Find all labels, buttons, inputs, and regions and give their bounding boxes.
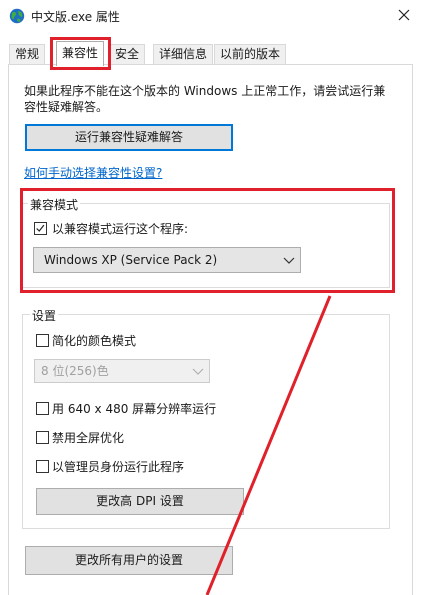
tab-previous-versions[interactable]: 以前的版本: [214, 44, 287, 64]
manual-compat-link[interactable]: 如何手动选择兼容性设置?: [24, 164, 162, 181]
res-640-checkbox[interactable]: [36, 402, 49, 415]
window-title: 中文版.exe 属性: [31, 10, 120, 24]
reduced-color-label: 简化的颜色模式: [52, 334, 137, 348]
annotation-tab-highlight: [50, 37, 111, 70]
disable-fullscreen-label: 禁用全屏优化: [52, 431, 125, 445]
title-bar: 中文版.exe 属性: [0, 0, 421, 32]
intro-text-line1: 如果此程序不能在这个版本的 Windows 上正常工作，请尝试运行兼: [24, 84, 386, 98]
disable-fullscreen-checkbox[interactable]: [36, 431, 49, 444]
settings-legend: 设置: [30, 307, 59, 324]
run-troubleshooter-button[interactable]: 运行兼容性疑难解答: [25, 124, 233, 151]
res-640-label: 用 640 x 480 屏幕分辨率运行: [52, 402, 217, 416]
tab-security[interactable]: 安全: [109, 44, 146, 64]
tab-general[interactable]: 常规: [9, 44, 46, 64]
close-icon[interactable]: [396, 7, 412, 23]
tab-details[interactable]: 详细信息: [153, 44, 214, 64]
run-as-admin-label: 以管理员身份运行此程序: [52, 460, 185, 474]
intro-text-line2: 容性疑难解答。: [24, 100, 109, 114]
globe-app-icon: [9, 8, 25, 24]
color-depth-value: 8 位(256)色: [41, 364, 109, 378]
run-as-admin-checkbox[interactable]: [36, 460, 49, 473]
change-all-users-button[interactable]: 更改所有用户的设置: [25, 546, 233, 575]
color-depth-dropdown: 8 位(256)色: [34, 359, 210, 383]
change-dpi-button[interactable]: 更改高 DPI 设置: [36, 488, 244, 515]
chevron-down-icon: [192, 368, 204, 375]
reduced-color-checkbox[interactable]: [36, 334, 49, 347]
annotation-compat-highlight: [20, 188, 395, 293]
